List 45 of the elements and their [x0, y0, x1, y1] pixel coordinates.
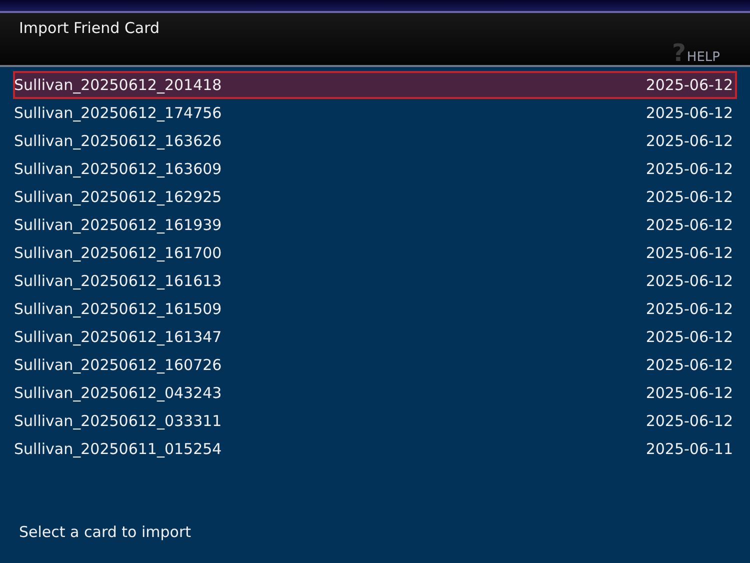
file-name: Sullivan_20250612_161347 [14, 328, 222, 346]
file-date: 2025-06-11 [646, 440, 733, 458]
file-name: Sullivan_20250612_162925 [14, 188, 222, 206]
file-row[interactable]: Sullivan_20250612_161613 2025-06-12 [13, 267, 737, 295]
help-label: HELP [686, 51, 720, 65]
file-row[interactable]: Sullivan_20250612_160726 2025-06-12 [13, 351, 737, 379]
window-title: Import Friend Card [19, 19, 160, 37]
file-row[interactable]: Sullivan_20250612_163609 2025-06-12 [13, 155, 737, 183]
file-row[interactable]: Sullivan_20250611_015254 2025-06-11 [13, 435, 737, 463]
file-name: Sullivan_20250612_201418 [14, 76, 222, 94]
file-row[interactable]: Sullivan_20250612_161509 2025-06-12 [13, 295, 737, 323]
file-row[interactable]: Sullivan_20250612_162925 2025-06-12 [13, 183, 737, 211]
file-date: 2025-06-12 [646, 188, 733, 206]
file-row[interactable]: Sullivan_20250612_161939 2025-06-12 [13, 211, 737, 239]
file-date: 2025-06-12 [646, 384, 733, 402]
file-name: Sullivan_20250611_015254 [14, 440, 222, 458]
file-name: Sullivan_20250612_163609 [14, 160, 222, 178]
file-name: Sullivan_20250612_033311 [14, 412, 222, 430]
file-date: 2025-06-12 [646, 132, 733, 150]
file-name: Sullivan_20250612_160726 [14, 356, 222, 374]
file-row[interactable]: Sullivan_20250612_043243 2025-06-12 [13, 379, 737, 407]
file-date: 2025-06-12 [646, 412, 733, 430]
file-name: Sullivan_20250612_161939 [14, 216, 222, 234]
file-date: 2025-06-12 [646, 300, 733, 318]
file-name: Sullivan_20250612_174756 [14, 104, 222, 122]
file-name: Sullivan_20250612_161613 [14, 272, 222, 290]
file-date: 2025-06-12 [646, 328, 733, 346]
file-date: 2025-06-12 [646, 216, 733, 234]
file-row[interactable]: Sullivan_20250612_174756 2025-06-12 [13, 99, 737, 127]
file-date: 2025-06-12 [646, 272, 733, 290]
file-name: Sullivan_20250612_163626 [14, 132, 222, 150]
hint-text: Select a card to import [18, 523, 192, 541]
file-row[interactable]: Sullivan_20250612_161700 2025-06-12 [13, 239, 737, 267]
file-date: 2025-06-12 [646, 160, 733, 178]
file-name: Sullivan_20250612_161700 [14, 244, 222, 262]
file-row[interactable]: Sullivan_20250612_201418 2025-06-12 [13, 71, 737, 99]
file-date: 2025-06-12 [646, 244, 733, 262]
file-row[interactable]: Sullivan_20250612_163626 2025-06-12 [13, 127, 737, 155]
file-date: 2025-06-12 [646, 356, 733, 374]
file-row[interactable]: Sullivan_20250612_161347 2025-06-12 [13, 323, 737, 351]
file-date: 2025-06-12 [646, 104, 733, 122]
file-row[interactable]: Sullivan_20250612_033311 2025-06-12 [13, 407, 737, 435]
file-name: Sullivan_20250612_043243 [14, 384, 222, 402]
file-name: Sullivan_20250612_161509 [14, 300, 222, 318]
file-date: 2025-06-12 [646, 76, 733, 94]
